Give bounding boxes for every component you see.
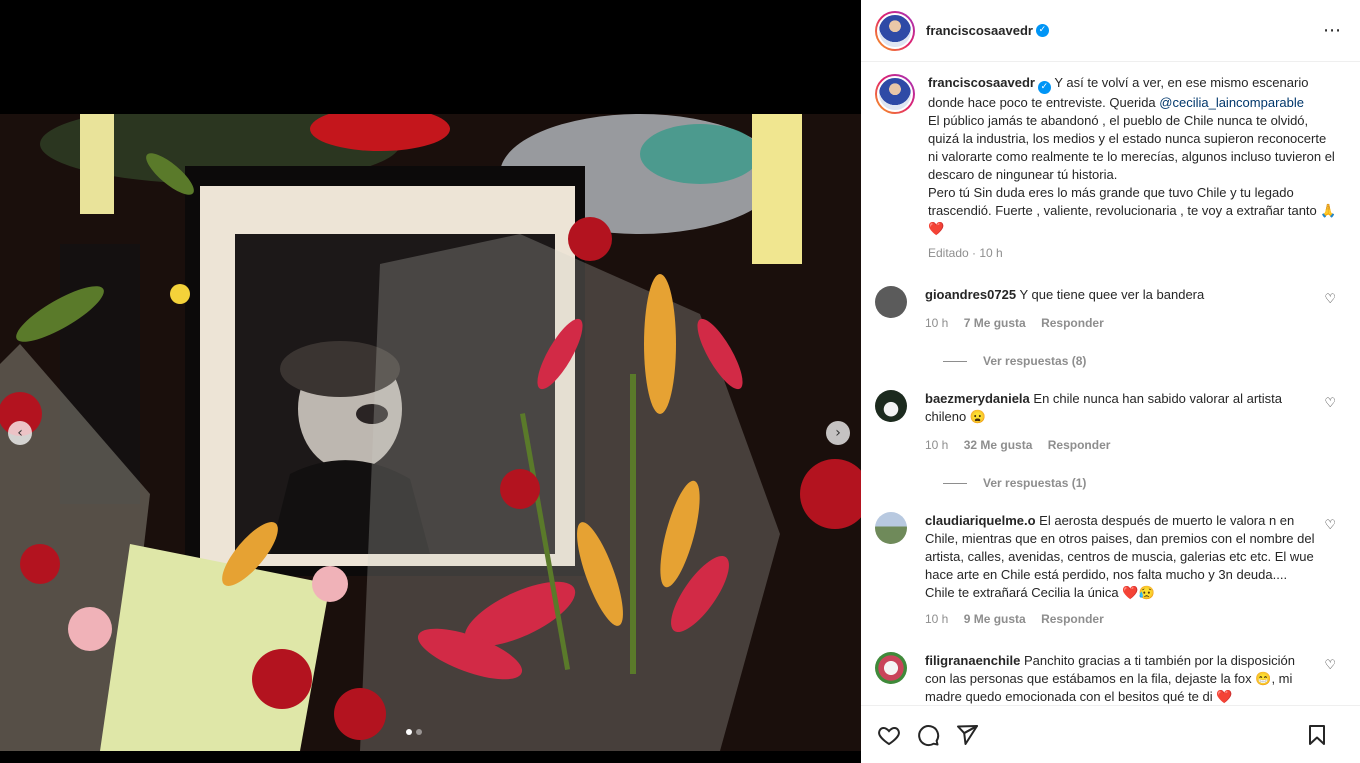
comment-reply-button[interactable]: Responder bbox=[1041, 612, 1104, 626]
comment-reply-button[interactable]: Responder bbox=[1048, 438, 1111, 452]
comments-section[interactable]: franciscosaavedr ✓ Y así te volví a ver, … bbox=[861, 62, 1360, 705]
view-replies-button[interactable]: Ver respuestas (8) bbox=[943, 354, 1346, 368]
carousel-next-button[interactable]: › bbox=[826, 421, 850, 445]
comment-item: gioandres0725 Y que tiene quee ver la ba… bbox=[875, 286, 1346, 332]
comment-item: claudiariquelme.o El aerosta después de … bbox=[875, 512, 1346, 628]
caption-meta: Editado · 10 h bbox=[928, 244, 1338, 262]
commenter-username[interactable]: gioandres0725 bbox=[925, 287, 1016, 302]
author-avatar[interactable] bbox=[875, 10, 915, 51]
caption-text: franciscosaavedr ✓ Y así te volví a ver, … bbox=[928, 74, 1338, 238]
comment-like-heart-icon[interactable]: ♡ bbox=[1324, 396, 1336, 411]
comment-icon[interactable] bbox=[916, 723, 940, 747]
view-replies-label: Ver respuestas (1) bbox=[983, 476, 1087, 490]
carousel-indicator bbox=[406, 729, 422, 735]
post-caption: franciscosaavedr ✓ Y así te volví a ver, … bbox=[875, 62, 1346, 262]
caption-username[interactable]: franciscosaavedr bbox=[928, 75, 1035, 90]
post-header: franciscosaavedr ✓ ⋯ bbox=[861, 0, 1360, 62]
comment-like-heart-icon[interactable]: ♡ bbox=[1324, 292, 1336, 307]
more-options-icon[interactable]: ⋯ bbox=[1323, 20, 1342, 41]
commenter-username[interactable]: claudiariquelme.o bbox=[925, 513, 1036, 528]
view-replies-button[interactable]: Ver respuestas (1) bbox=[943, 476, 1346, 490]
commenter-avatar[interactable] bbox=[875, 512, 907, 544]
comment-likes-link[interactable]: 32 Me gusta bbox=[964, 438, 1033, 452]
comment-time: 10 h bbox=[925, 316, 949, 330]
view-replies-label: Ver respuestas (8) bbox=[983, 354, 1087, 368]
commenter-username[interactable]: filigranaenchile bbox=[925, 653, 1020, 668]
comment-reply-button[interactable]: Responder bbox=[1041, 316, 1104, 330]
share-icon[interactable] bbox=[955, 723, 979, 747]
comment-time: 10 h bbox=[925, 438, 949, 452]
comment-like-heart-icon[interactable]: ♡ bbox=[1324, 658, 1336, 673]
post-media: ‹ › bbox=[0, 0, 861, 763]
instagram-post: ‹ › franciscosaavedr ✓ ⋯ franciscosaaved… bbox=[0, 0, 1360, 763]
commenter-username[interactable]: baezmerydaniela bbox=[925, 391, 1030, 406]
comment-text: Y que tiene quee ver la bandera bbox=[1019, 287, 1205, 302]
carousel-prev-button[interactable]: ‹ bbox=[8, 421, 32, 445]
memorial-photo bbox=[0, 114, 861, 751]
comment-item: baezmerydaniela En chile nunca han sabid… bbox=[875, 390, 1346, 454]
comment-like-heart-icon[interactable]: ♡ bbox=[1324, 518, 1336, 533]
commenter-avatar[interactable] bbox=[875, 286, 907, 318]
caption-edited-time: Editado · 10 h bbox=[928, 246, 1003, 260]
commenter-avatar[interactable] bbox=[875, 390, 907, 422]
comment-time: 10 h bbox=[925, 612, 949, 626]
post-side-panel: franciscosaavedr ✓ ⋯ franciscosaavedr ✓ Y… bbox=[861, 0, 1360, 763]
comment-item: filigranaenchile Panchito gracias a ti t… bbox=[875, 652, 1346, 705]
carousel-dot-1 bbox=[406, 729, 412, 735]
author-username[interactable]: franciscosaavedr bbox=[926, 23, 1033, 38]
commenter-avatar[interactable] bbox=[875, 652, 907, 684]
verified-badge-icon: ✓ bbox=[1037, 81, 1051, 94]
comment-likes-link[interactable]: 9 Me gusta bbox=[964, 612, 1026, 626]
caption-author-avatar[interactable] bbox=[875, 74, 915, 114]
caption-text-rest: El público jamás te abandonó , el pueblo… bbox=[928, 113, 1337, 236]
bookmark-icon[interactable] bbox=[1305, 723, 1329, 747]
carousel-dot-2 bbox=[416, 729, 422, 735]
caption-mention-link[interactable]: @cecilia_laincomparable bbox=[1159, 95, 1304, 110]
comment-likes-link[interactable]: 7 Me gusta bbox=[964, 316, 1026, 330]
post-action-bar bbox=[861, 705, 1360, 763]
heart-icon[interactable] bbox=[877, 723, 901, 747]
verified-badge-icon: ✓ bbox=[1035, 24, 1049, 37]
memorial-image-drawing bbox=[0, 114, 861, 751]
